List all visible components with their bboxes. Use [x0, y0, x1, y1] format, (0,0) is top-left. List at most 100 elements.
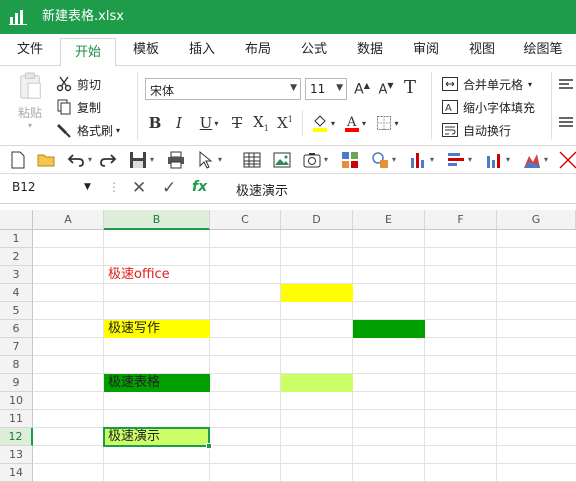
decrease-font-button[interactable]: A▼: [376, 78, 396, 100]
superscript-button[interactable]: X1: [275, 112, 295, 134]
picture-icon[interactable]: [272, 150, 292, 170]
cut-button[interactable]: 剪切: [56, 75, 101, 93]
name-box[interactable]: B12: [12, 180, 36, 194]
table-icon[interactable]: [242, 150, 262, 170]
column-header-c[interactable]: C: [210, 210, 281, 230]
font-size-select[interactable]: 11 ▼: [305, 78, 347, 100]
redo-icon[interactable]: [98, 150, 118, 170]
chevron-down-icon[interactable]: ▾: [506, 155, 510, 164]
row-header-1[interactable]: 1: [0, 230, 33, 248]
shrink-to-fit-button[interactable]: A 缩小字体填充: [442, 98, 535, 116]
cell-e6-fill[interactable]: [353, 320, 425, 338]
paste-button[interactable]: 粘贴 ▾: [12, 72, 48, 130]
column-chart-icon[interactable]: [484, 150, 504, 170]
tab-view[interactable]: 视图: [466, 34, 498, 66]
formula-input[interactable]: 极速演示: [236, 180, 288, 199]
chevron-down-icon[interactable]: ▾: [392, 155, 396, 164]
new-file-icon[interactable]: [8, 150, 28, 170]
column-header-b[interactable]: B: [104, 210, 210, 230]
chevron-down-icon[interactable]: ▾: [150, 155, 154, 164]
row-header-6[interactable]: 6: [0, 320, 33, 338]
ribbon-separator: [431, 72, 432, 140]
chevron-down-icon[interactable]: ▾: [468, 155, 472, 164]
tab-home[interactable]: 开始: [60, 38, 116, 67]
font-color-button[interactable]: A ▾: [341, 112, 369, 134]
row-header-8[interactable]: 8: [0, 356, 33, 374]
copy-button[interactable]: 复制: [56, 98, 101, 116]
border-button[interactable]: ▾: [373, 112, 403, 134]
cell-b12[interactable]: 极速演示: [104, 428, 210, 446]
bold-button[interactable]: B: [146, 112, 164, 134]
row-header-4[interactable]: 4: [0, 284, 33, 302]
font-name-select[interactable]: 宋体 ▼: [145, 78, 301, 100]
chevron-down-icon[interactable]: ▾: [544, 155, 548, 164]
screenshot-icon[interactable]: [302, 150, 322, 170]
row-header-10[interactable]: 10: [0, 392, 33, 410]
row-header-3[interactable]: 3: [0, 266, 33, 284]
row-header-2[interactable]: 2: [0, 248, 33, 266]
column-header-f[interactable]: F: [425, 210, 497, 230]
italic-button[interactable]: I: [170, 112, 188, 134]
tab-layout[interactable]: 布局: [242, 34, 274, 66]
underline-button[interactable]: U ▾: [195, 112, 223, 134]
row-header-11[interactable]: 11: [0, 410, 33, 428]
confirm-icon[interactable]: ✓: [162, 178, 176, 198]
shapes-icon[interactable]: [340, 150, 360, 170]
tab-data[interactable]: 数据: [354, 34, 386, 66]
wrap-text-button[interactable]: 自动换行: [442, 121, 511, 139]
chevron-down-icon[interactable]: ▾: [218, 155, 222, 164]
select-all-corner[interactable]: [0, 210, 33, 230]
area-chart-icon[interactable]: [522, 150, 542, 170]
subscript-button[interactable]: X1: [251, 112, 271, 134]
row-header-14[interactable]: 14: [0, 464, 33, 482]
row-header-9[interactable]: 9: [0, 374, 33, 392]
chevron-down-icon[interactable]: ▾: [324, 155, 328, 164]
insert-function-icon[interactable]: fx: [192, 179, 207, 195]
tab-pen[interactable]: 绘图笔: [520, 34, 566, 66]
drag-handle-icon[interactable]: ⋮: [108, 180, 120, 194]
column-header-g[interactable]: G: [497, 210, 576, 230]
align-justify-button[interactable]: [558, 116, 574, 130]
merge-cells-button[interactable]: 合并单元格 ▾: [442, 75, 532, 93]
open-folder-icon[interactable]: [36, 150, 56, 170]
save-icon[interactable]: [128, 150, 148, 170]
cancel-icon[interactable]: ✕: [132, 178, 146, 198]
row-header-13[interactable]: 13: [0, 446, 33, 464]
format-painter-button[interactable]: 格式刷 ▾: [56, 121, 120, 139]
undo-icon[interactable]: [66, 150, 86, 170]
align-left-button[interactable]: [558, 78, 574, 92]
increase-font-button[interactable]: A▲: [352, 78, 372, 100]
bar-chart-icon[interactable]: [408, 150, 428, 170]
column-header-e[interactable]: E: [353, 210, 425, 230]
cell-b9[interactable]: 极速表格: [104, 374, 210, 392]
cell-d9-fill[interactable]: [281, 374, 353, 392]
tab-template[interactable]: 模板: [130, 34, 162, 66]
clear-format-button[interactable]: T: [400, 76, 420, 98]
tab-insert[interactable]: 插入: [186, 34, 218, 66]
fill-color-button[interactable]: ▾: [308, 112, 338, 134]
horizontal-bar-chart-icon[interactable]: [446, 150, 466, 170]
cell-b6[interactable]: 极速写作: [104, 320, 210, 338]
chevron-down-icon[interactable]: ▾: [88, 155, 92, 164]
tab-review[interactable]: 审阅: [410, 34, 442, 66]
chevron-down-icon[interactable]: ▾: [430, 155, 434, 164]
paint-bucket-icon: [312, 115, 327, 132]
row-header-12[interactable]: 12: [0, 428, 33, 446]
cell-d4-fill[interactable]: [281, 284, 353, 302]
smartart-icon[interactable]: [370, 150, 390, 170]
format-painter-icon: [57, 124, 71, 138]
quick-access-toolbar: ▾ ▾ ▾ ▾ ▾ ▾ ▾ ▾ ▾: [0, 146, 576, 174]
tab-file[interactable]: 文件: [14, 34, 46, 66]
print-icon[interactable]: [166, 150, 186, 170]
row-header-7[interactable]: 7: [0, 338, 33, 356]
fill-handle[interactable]: [206, 443, 212, 449]
tab-formula[interactable]: 公式: [298, 34, 330, 66]
column-header-a[interactable]: A: [33, 210, 104, 230]
chevron-down-icon[interactable]: ▼: [84, 182, 91, 192]
column-header-d[interactable]: D: [281, 210, 353, 230]
scatter-chart-icon[interactable]: [558, 150, 576, 170]
select-cursor-icon[interactable]: [196, 150, 216, 170]
cell-b3[interactable]: 极速office: [104, 266, 210, 284]
strikethrough-button[interactable]: T: [228, 112, 246, 134]
row-header-5[interactable]: 5: [0, 302, 33, 320]
